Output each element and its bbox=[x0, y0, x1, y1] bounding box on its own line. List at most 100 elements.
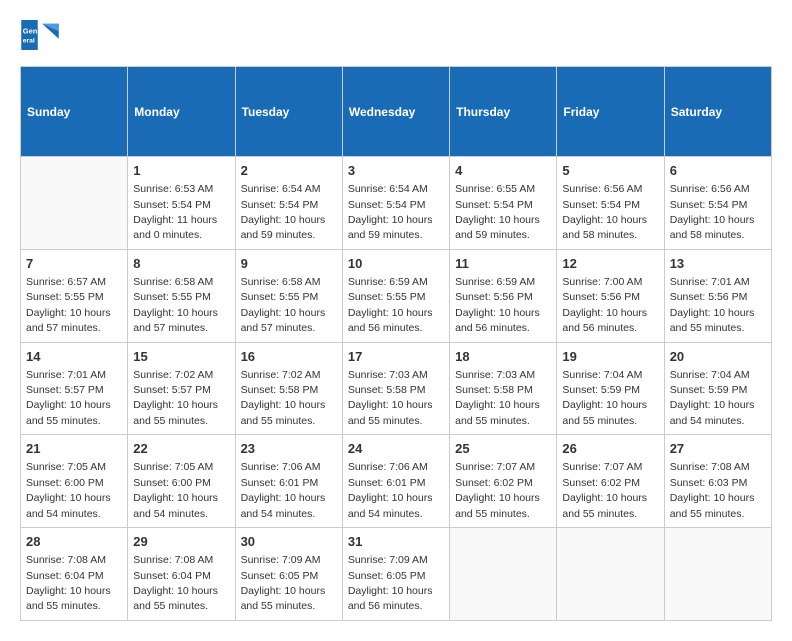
day-number: 24 bbox=[348, 440, 444, 458]
weekday-header: Monday bbox=[128, 67, 235, 157]
calendar-cell: 29 Sunrise: 7:08 AM Sunset: 6:04 PM Dayli… bbox=[128, 528, 235, 621]
day-number: 4 bbox=[455, 162, 551, 180]
day-detail: Sunrise: 7:05 AM Sunset: 6:00 PM Dayligh… bbox=[133, 461, 218, 519]
weekday-header: Saturday bbox=[664, 67, 771, 157]
day-detail: Sunrise: 7:08 AM Sunset: 6:04 PM Dayligh… bbox=[26, 554, 111, 612]
day-number: 29 bbox=[133, 533, 229, 551]
day-detail: Sunrise: 6:55 AM Sunset: 5:54 PM Dayligh… bbox=[455, 183, 540, 241]
calendar-cell: 22 Sunrise: 7:05 AM Sunset: 6:00 PM Dayli… bbox=[128, 435, 235, 528]
day-number: 31 bbox=[348, 533, 444, 551]
day-detail: Sunrise: 7:03 AM Sunset: 5:58 PM Dayligh… bbox=[455, 369, 540, 427]
day-detail: Sunrise: 6:56 AM Sunset: 5:54 PM Dayligh… bbox=[562, 183, 647, 241]
calendar-cell: 21Sunrise: 7:05 AM Sunset: 6:00 PM Dayli… bbox=[21, 435, 128, 528]
day-number: 1 bbox=[133, 162, 229, 180]
calendar-cell: 7 Sunrise: 6:57 AM Sunset: 5:55 PM Daylig… bbox=[21, 249, 128, 342]
calendar-cell: 23 Sunrise: 7:06 AM Sunset: 6:01 PM Dayli… bbox=[235, 435, 342, 528]
calendar-cell bbox=[557, 528, 664, 621]
weekday-header: Tuesday bbox=[235, 67, 342, 157]
day-detail: Sunrise: 7:08 AM Sunset: 6:03 PM Dayligh… bbox=[670, 461, 755, 519]
day-detail: Sunrise: 6:57 AM Sunset: 5:55 PM Dayligh… bbox=[26, 276, 111, 334]
calendar-header-row: SundayMondayTuesdayWednesdayThursdayFrid… bbox=[21, 67, 772, 157]
calendar-week-row: 28 Sunrise: 7:08 AM Sunset: 6:04 PM Dayli… bbox=[21, 528, 772, 621]
day-number: 13 bbox=[670, 255, 766, 273]
calendar-cell: 1 Sunrise: 6:53 AM Sunset: 5:54 PM Daylig… bbox=[128, 157, 235, 250]
day-number: 16 bbox=[241, 348, 337, 366]
svg-text:Gen: Gen bbox=[23, 27, 38, 36]
calendar-cell: 11Sunrise: 6:59 AM Sunset: 5:56 PM Dayli… bbox=[450, 249, 557, 342]
day-detail: Sunrise: 6:58 AM Sunset: 5:55 PM Dayligh… bbox=[133, 276, 218, 334]
day-number: 5 bbox=[562, 162, 658, 180]
calendar-cell: 10 Sunrise: 6:59 AM Sunset: 5:55 PM Dayli… bbox=[342, 249, 449, 342]
weekday-header: Thursday bbox=[450, 67, 557, 157]
calendar-cell: 14 Sunrise: 7:01 AM Sunset: 5:57 PM Dayli… bbox=[21, 342, 128, 435]
calendar-table: SundayMondayTuesdayWednesdayThursdayFrid… bbox=[20, 66, 772, 621]
day-detail: Sunrise: 7:01 AM Sunset: 5:57 PM Dayligh… bbox=[26, 369, 111, 427]
day-number: 28 bbox=[26, 533, 122, 551]
day-detail: Sunrise: 7:07 AM Sunset: 6:02 PM Dayligh… bbox=[562, 461, 647, 519]
day-detail: Sunrise: 7:07 AM Sunset: 6:02 PM Dayligh… bbox=[455, 461, 540, 519]
day-detail: Sunrise: 7:08 AM Sunset: 6:04 PM Dayligh… bbox=[133, 554, 218, 612]
calendar-cell: 6 Sunrise: 6:56 AM Sunset: 5:54 PM Daylig… bbox=[664, 157, 771, 250]
calendar-cell bbox=[664, 528, 771, 621]
day-number: 14 bbox=[26, 348, 122, 366]
calendar-cell: 4 Sunrise: 6:55 AM Sunset: 5:54 PM Daylig… bbox=[450, 157, 557, 250]
day-number: 22 bbox=[133, 440, 229, 458]
day-detail: Sunrise: 7:09 AM Sunset: 6:05 PM Dayligh… bbox=[241, 554, 326, 612]
calendar-cell: 28 Sunrise: 7:08 AM Sunset: 6:04 PM Dayli… bbox=[21, 528, 128, 621]
day-detail: Sunrise: 7:02 AM Sunset: 5:57 PM Dayligh… bbox=[133, 369, 218, 427]
weekday-header: Sunday bbox=[21, 67, 128, 157]
calendar-cell: 18 Sunrise: 7:03 AM Sunset: 5:58 PM Dayli… bbox=[450, 342, 557, 435]
day-number: 11 bbox=[455, 255, 551, 273]
calendar-cell: 9 Sunrise: 6:58 AM Sunset: 5:55 PM Daylig… bbox=[235, 249, 342, 342]
day-detail: Sunrise: 6:56 AM Sunset: 5:54 PM Dayligh… bbox=[670, 183, 755, 241]
day-detail: Sunrise: 7:04 AM Sunset: 5:59 PM Dayligh… bbox=[670, 369, 755, 427]
calendar-cell: 19Sunrise: 7:04 AM Sunset: 5:59 PM Dayli… bbox=[557, 342, 664, 435]
day-number: 30 bbox=[241, 533, 337, 551]
day-number: 15 bbox=[133, 348, 229, 366]
calendar-cell: 17Sunrise: 7:03 AM Sunset: 5:58 PM Dayli… bbox=[342, 342, 449, 435]
day-detail: Sunrise: 6:59 AM Sunset: 5:55 PM Dayligh… bbox=[348, 276, 433, 334]
day-number: 9 bbox=[241, 255, 337, 273]
calendar-cell bbox=[21, 157, 128, 250]
calendar-cell: 8 Sunrise: 6:58 AM Sunset: 5:55 PM Daylig… bbox=[128, 249, 235, 342]
calendar-cell: 2Sunrise: 6:54 AM Sunset: 5:54 PM Daylig… bbox=[235, 157, 342, 250]
calendar-cell: 26 Sunrise: 7:07 AM Sunset: 6:02 PM Dayli… bbox=[557, 435, 664, 528]
day-detail: Sunrise: 7:02 AM Sunset: 5:58 PM Dayligh… bbox=[241, 369, 326, 427]
page-header: Gen eral bbox=[20, 20, 772, 50]
calendar-cell: 25Sunrise: 7:07 AM Sunset: 6:02 PM Dayli… bbox=[450, 435, 557, 528]
day-number: 6 bbox=[670, 162, 766, 180]
calendar-cell: 3Sunrise: 6:54 AM Sunset: 5:54 PM Daylig… bbox=[342, 157, 449, 250]
day-number: 21 bbox=[26, 440, 122, 458]
svg-text:eral: eral bbox=[23, 38, 35, 45]
calendar-week-row: 7 Sunrise: 6:57 AM Sunset: 5:55 PM Daylig… bbox=[21, 249, 772, 342]
calendar-cell: 20Sunrise: 7:04 AM Sunset: 5:59 PM Dayli… bbox=[664, 342, 771, 435]
day-detail: Sunrise: 7:01 AM Sunset: 5:56 PM Dayligh… bbox=[670, 276, 755, 334]
day-number: 10 bbox=[348, 255, 444, 273]
day-detail: Sunrise: 7:04 AM Sunset: 5:59 PM Dayligh… bbox=[562, 369, 647, 427]
weekday-header: Friday bbox=[557, 67, 664, 157]
calendar-cell: 30 Sunrise: 7:09 AM Sunset: 6:05 PM Dayli… bbox=[235, 528, 342, 621]
day-detail: Sunrise: 7:06 AM Sunset: 6:01 PM Dayligh… bbox=[348, 461, 433, 519]
day-number: 23 bbox=[241, 440, 337, 458]
day-number: 17 bbox=[348, 348, 444, 366]
day-number: 7 bbox=[26, 255, 122, 273]
calendar-week-row: 1 Sunrise: 6:53 AM Sunset: 5:54 PM Daylig… bbox=[21, 157, 772, 250]
day-number: 12 bbox=[562, 255, 658, 273]
logo: Gen eral bbox=[20, 20, 64, 50]
calendar-cell: 16 Sunrise: 7:02 AM Sunset: 5:58 PM Dayli… bbox=[235, 342, 342, 435]
day-number: 18 bbox=[455, 348, 551, 366]
calendar-week-row: 21 Sunrise: 7:05 AM Sunset: 6:00 PM Dayli… bbox=[21, 435, 772, 528]
day-number: 2 bbox=[241, 162, 337, 180]
day-detail: Sunrise: 6:54 AM Sunset: 5:54 PM Dayligh… bbox=[348, 183, 433, 241]
day-detail: Sunrise: 6:53 AM Sunset: 5:54 PM Dayligh… bbox=[133, 183, 217, 241]
day-number: 8 bbox=[133, 255, 229, 273]
day-detail: Sunrise: 7:06 AM Sunset: 6:01 PM Dayligh… bbox=[241, 461, 326, 519]
weekday-header: Wednesday bbox=[342, 67, 449, 157]
day-number: 27 bbox=[670, 440, 766, 458]
calendar-cell bbox=[450, 528, 557, 621]
day-detail: Sunrise: 6:58 AM Sunset: 5:55 PM Dayligh… bbox=[241, 276, 326, 334]
day-detail: Sunrise: 7:09 AM Sunset: 6:05 PM Dayligh… bbox=[348, 554, 433, 612]
day-number: 26 bbox=[562, 440, 658, 458]
calendar-cell: 12Sunrise: 7:00 AM Sunset: 5:56 PM Dayli… bbox=[557, 249, 664, 342]
calendar-cell: 13 Sunrise: 7:01 AM Sunset: 5:56 PM Dayli… bbox=[664, 249, 771, 342]
